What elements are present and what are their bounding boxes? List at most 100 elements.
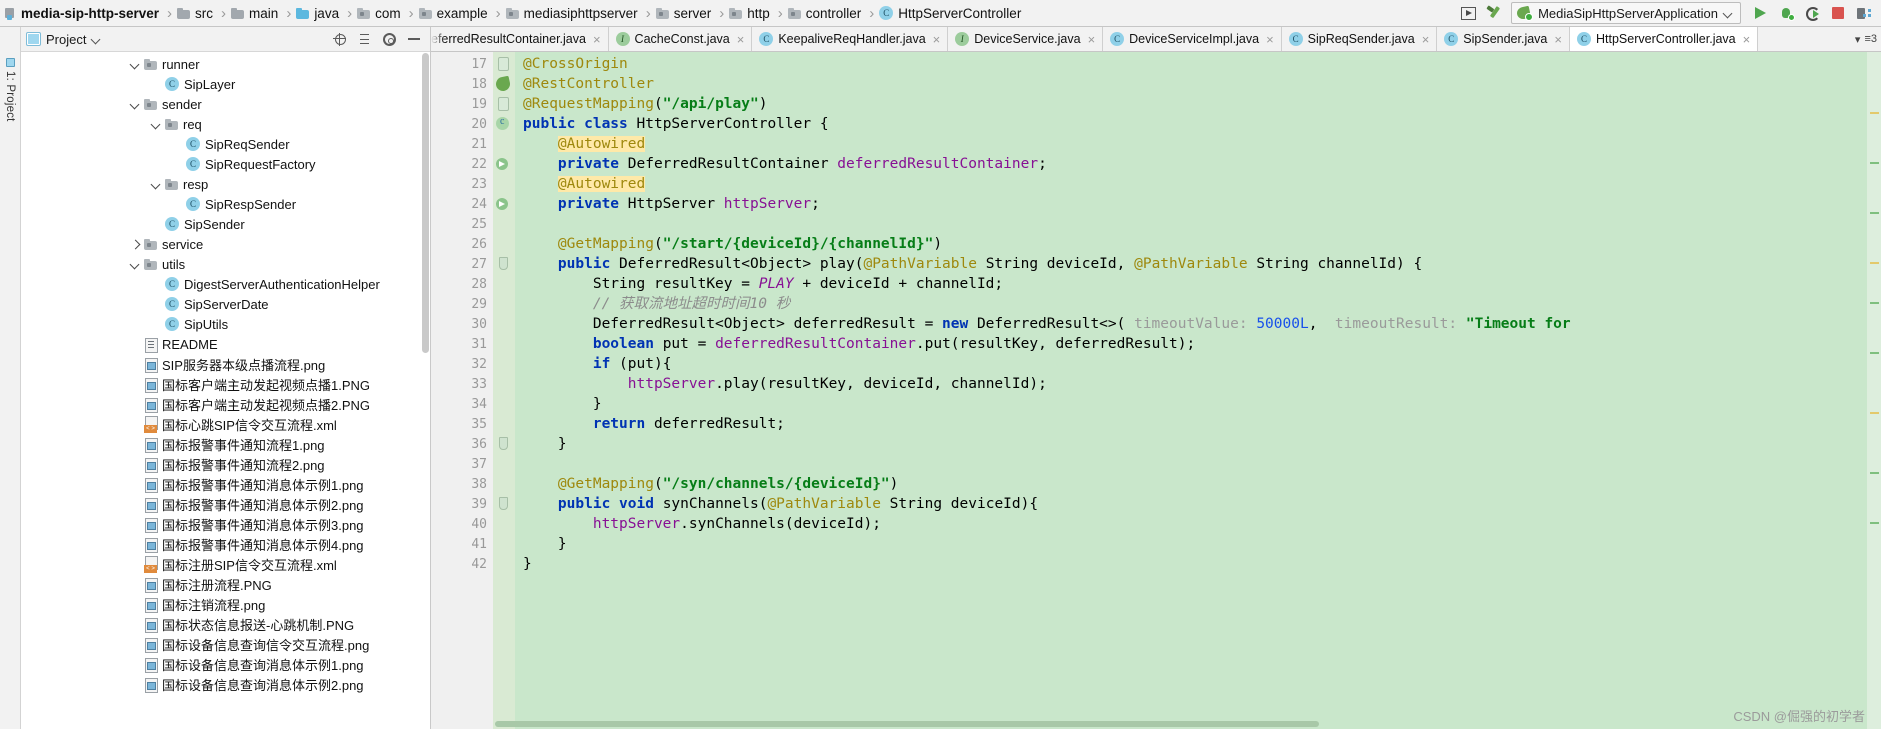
chevron-down-icon[interactable] [92, 35, 101, 44]
chevron-down-icon[interactable] [129, 58, 141, 70]
collapse-all-icon[interactable] [358, 33, 371, 46]
editor-tab[interactable]: C DeviceServiceImpl.java × [1103, 27, 1282, 51]
tree-node[interactable]: C SipReqSender [21, 134, 430, 154]
breadcrumb-item-com[interactable]: com [354, 0, 407, 26]
tree-node[interactable]: req [21, 114, 430, 134]
tree-node[interactable]: 国标报警事件通知流程2.png [21, 454, 430, 474]
close-icon[interactable]: × [593, 33, 601, 46]
editor-marker[interactable] [1870, 162, 1879, 164]
tree-node[interactable]: C SipLayer [21, 74, 430, 94]
breadcrumb-item-http[interactable]: http [726, 0, 776, 26]
gutter-arrow-icon[interactable] [496, 197, 510, 211]
tree-node[interactable]: 国标报警事件通知消息体示例2.png [21, 494, 430, 514]
tool-window-tab-project[interactable]: 1: Project [4, 55, 16, 125]
tree-node[interactable]: 国标设备信息查询信令交互流程.png [21, 634, 430, 654]
editor-marker[interactable] [1870, 412, 1879, 414]
editor-scrollbar-thumb[interactable] [495, 721, 1320, 727]
tree-node[interactable]: C DigestServerAuthenticationHelper [21, 274, 430, 294]
editor-marker[interactable] [1870, 302, 1879, 304]
breadcrumb-item-controller[interactable]: controller [785, 0, 868, 26]
editor-horizontal-scrollbar[interactable] [493, 721, 1867, 729]
chevron-down-icon[interactable] [150, 178, 162, 190]
close-icon[interactable]: × [1088, 33, 1096, 46]
tree-node[interactable]: C SipServerDate [21, 294, 430, 314]
editor-marker[interactable] [1870, 522, 1879, 524]
tree-node[interactable]: 国标设备信息查询消息体示例2.png [21, 674, 430, 694]
editor-tab[interactable]: I DeviceService.java × [948, 27, 1104, 51]
tree-node[interactable]: 国标设备信息查询消息体示例1.png [21, 654, 430, 674]
breadcrumb-item-example[interactable]: example [416, 0, 494, 26]
tree-node[interactable]: runner [21, 54, 430, 74]
tree-node[interactable]: SIP服务器本级点播流程.png [21, 354, 430, 374]
stop-button[interactable] [1825, 1, 1851, 25]
layout-button[interactable] [1851, 1, 1877, 25]
breadcrumb-item-httpservercontroller[interactable]: C HttpServerController [876, 0, 1027, 26]
run-configuration-selector[interactable]: MediaSipHttpServerApplication [1511, 2, 1741, 24]
sidebar-scrollbar[interactable] [421, 53, 430, 729]
tree-node[interactable]: 国标客户端主动发起视频点播2.PNG [21, 394, 430, 414]
tree-node[interactable]: 国标报警事件通知消息体示例4.png [21, 534, 430, 554]
tree-node[interactable]: 国标状态信息报送-心跳机制.PNG [21, 614, 430, 634]
sidebar-scrollbar-thumb[interactable] [422, 53, 429, 353]
tree-node[interactable]: resp [21, 174, 430, 194]
debug-button[interactable] [1773, 1, 1799, 25]
editor-tab-overflow[interactable]: ▾ ≡3 [1851, 27, 1881, 51]
project-panel-title[interactable]: Project [26, 32, 101, 47]
hide-icon[interactable] [408, 38, 420, 40]
tree-node[interactable]: C SipSender [21, 214, 430, 234]
editor-marker[interactable] [1870, 212, 1879, 214]
breadcrumb-item-java[interactable]: java [293, 0, 345, 26]
tree-node[interactable]: 国标报警事件通知消息体示例3.png [21, 514, 430, 534]
project-tree[interactable]: runner C SipLayer sender req C SipReqSender C Si… [21, 52, 430, 729]
breadcrumb-item-mediasiphttpserver[interactable]: mediasiphttpserver [503, 0, 644, 26]
tree-node[interactable]: C SipRequestFactory [21, 154, 430, 174]
tree-node[interactable]: sender [21, 94, 430, 114]
editor-marker[interactable] [1870, 112, 1879, 114]
gutter-fold2-icon[interactable] [499, 437, 508, 450]
gutter-fold2-icon[interactable] [499, 497, 508, 510]
editor-tab[interactable]: I CacheConst.java × [608, 27, 753, 51]
close-icon[interactable]: × [1554, 33, 1562, 46]
close-icon[interactable]: × [1266, 33, 1274, 46]
tree-node[interactable]: 国标报警事件通知消息体示例1.png [21, 474, 430, 494]
gutter-fold-icon[interactable] [498, 97, 509, 111]
tree-node[interactable]: 国标注册流程.PNG [21, 574, 430, 594]
run-button[interactable] [1747, 1, 1773, 25]
editor-tab[interactable]: C HttpServerController.java × [1569, 27, 1759, 51]
chevron-down-icon[interactable] [150, 118, 162, 130]
close-icon[interactable]: × [737, 33, 745, 46]
tree-node[interactable]: 国标客户端主动发起视频点播1.PNG [21, 374, 430, 394]
breadcrumb-item-server[interactable]: server [653, 0, 718, 26]
editor-marker[interactable] [1870, 352, 1879, 354]
profile-button[interactable] [1799, 1, 1825, 25]
chevron-down-icon[interactable] [129, 258, 141, 270]
gear-icon[interactable] [383, 32, 396, 46]
breadcrumb-item-media-sip-http-server[interactable]: media-sip-http-server [2, 0, 165, 26]
source-code[interactable]: @CrossOrigin @RestController @RequestMappi… [515, 52, 1867, 729]
close-icon[interactable]: × [1422, 33, 1430, 46]
chevron-down-icon[interactable] [129, 98, 141, 110]
tree-node[interactable]: 国标报警事件通知流程1.png [21, 434, 430, 454]
tree-node[interactable]: C SipRespSender [21, 194, 430, 214]
code-editor[interactable]: 17 18 19 20 21 22 23 24 25 26 27 28 29 30 31 32 33 34 35 36… [431, 52, 1881, 729]
tree-node[interactable]: 国标心跳SIP信令交互流程.xml [21, 414, 430, 434]
tree-node[interactable]: 国标注册SIP信令交互流程.xml [21, 554, 430, 574]
close-icon[interactable]: × [1743, 33, 1751, 46]
close-icon[interactable]: × [933, 33, 941, 46]
editor-tab[interactable]: C SipReqSender.java × [1281, 27, 1438, 51]
editor-tab[interactable]: eferredResultContainer.java × [431, 27, 609, 51]
breadcrumb-item-main[interactable]: main [228, 0, 284, 26]
editor-marker[interactable] [1870, 262, 1879, 264]
editor-tab[interactable]: C SipSender.java × [1437, 27, 1570, 51]
build-project-button[interactable] [1481, 1, 1507, 25]
tree-node[interactable]: service [21, 234, 430, 254]
gutter-fold2-icon[interactable] [499, 257, 508, 270]
breadcrumb-item-src[interactable]: src [174, 0, 219, 26]
gutter-fold-icon[interactable] [498, 57, 509, 71]
tree-node[interactable]: C SipUtils [21, 314, 430, 334]
gutter-arrow-icon[interactable] [496, 157, 510, 171]
gutter-spring-icon[interactable] [494, 75, 512, 93]
run-with-coverage-button[interactable] [1455, 1, 1481, 25]
tree-node[interactable]: 国标注销流程.png [21, 594, 430, 614]
locate-icon[interactable] [333, 32, 346, 46]
